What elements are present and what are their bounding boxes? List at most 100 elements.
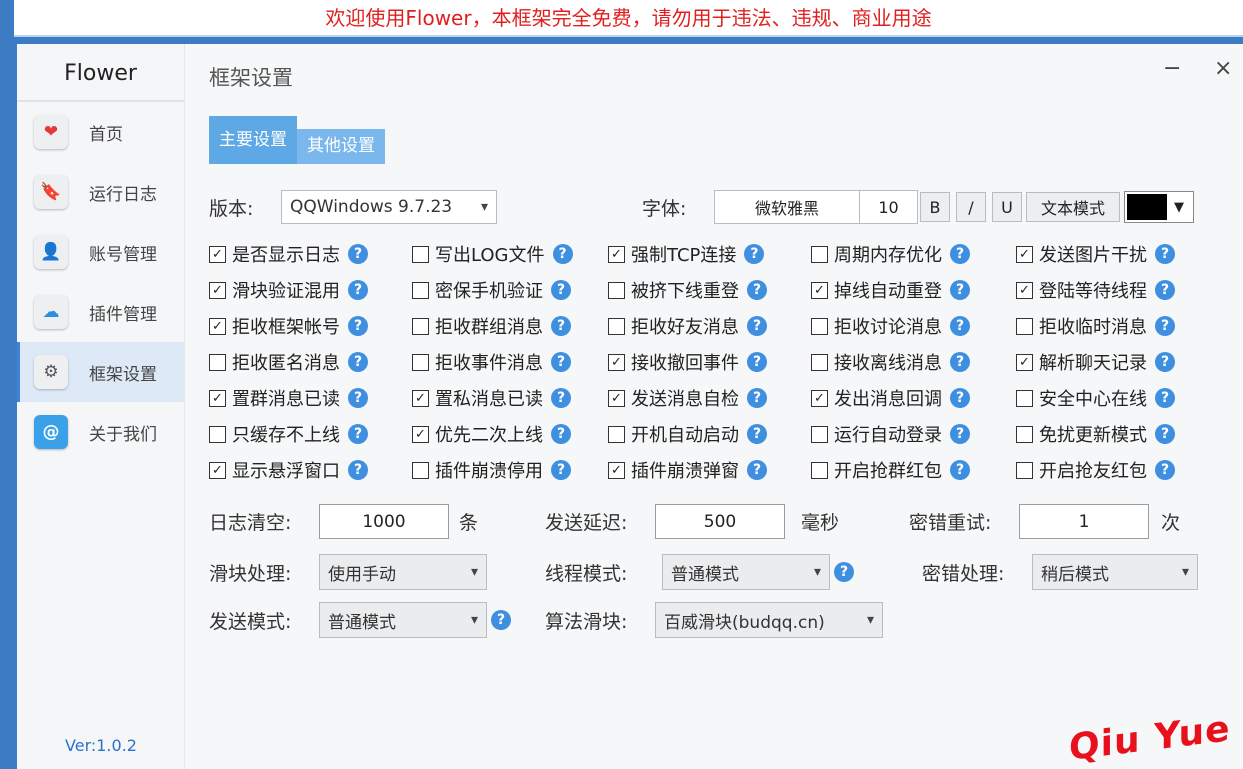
help-icon[interactable]: ?: [1155, 460, 1175, 480]
option-checkbox[interactable]: [608, 281, 625, 299]
color-picker[interactable]: ▼: [1124, 191, 1194, 223]
option-checkbox[interactable]: ✓: [608, 353, 625, 371]
help-icon[interactable]: ?: [552, 244, 573, 264]
option-checkbox[interactable]: [1016, 389, 1033, 407]
help-icon[interactable]: ?: [1155, 316, 1175, 336]
help-icon[interactable]: ?: [348, 316, 368, 336]
option-checkbox[interactable]: ✓: [811, 389, 828, 407]
option-checkbox[interactable]: [209, 425, 226, 443]
option-checkbox-label[interactable]: 置私消息已读: [435, 385, 543, 411]
help-icon[interactable]: ?: [744, 244, 765, 264]
send-mode-help-icon[interactable]: ?: [491, 610, 511, 630]
help-icon[interactable]: ?: [551, 388, 571, 408]
option-checkbox[interactable]: [1016, 461, 1033, 479]
sidebar-item-0[interactable]: ❤ 首页: [17, 102, 184, 162]
minimize-button[interactable]: −: [1163, 58, 1181, 80]
help-icon[interactable]: ?: [747, 460, 767, 480]
text-mode-button[interactable]: 文本模式: [1026, 192, 1120, 222]
option-checkbox[interactable]: ✓: [1016, 281, 1033, 299]
help-icon[interactable]: ?: [551, 424, 571, 444]
password-retry-input[interactable]: 1: [1019, 504, 1149, 539]
option-checkbox[interactable]: ✓: [209, 317, 226, 335]
option-checkbox-label[interactable]: 拒收讨论消息: [834, 313, 942, 339]
algorithm-slider-select[interactable]: 百威滑块(budqq.cn) ▾: [655, 602, 883, 638]
help-icon[interactable]: ?: [1155, 388, 1175, 408]
tab-main-settings[interactable]: 主要设置: [209, 116, 297, 164]
option-checkbox-label[interactable]: 接收撤回事件: [631, 349, 739, 375]
help-icon[interactable]: ?: [551, 460, 571, 480]
option-checkbox-label[interactable]: 置群消息已读: [232, 385, 340, 411]
thread-mode-select[interactable]: 普通模式 ▾: [662, 554, 830, 590]
help-icon[interactable]: ?: [950, 280, 970, 300]
option-checkbox[interactable]: ✓: [608, 461, 625, 479]
option-checkbox[interactable]: ✓: [811, 281, 828, 299]
option-checkbox[interactable]: ✓: [608, 245, 625, 263]
help-icon[interactable]: ?: [551, 280, 571, 300]
version-select[interactable]: QQWindows 9.7.23 ▾: [281, 190, 497, 224]
help-icon[interactable]: ?: [1155, 352, 1175, 372]
send-delay-input[interactable]: 500: [655, 504, 785, 539]
send-mode-select[interactable]: 普通模式 ▾: [319, 602, 487, 638]
option-checkbox-label[interactable]: 显示悬浮窗口: [232, 457, 340, 483]
option-checkbox-label[interactable]: 开启抢友红包: [1039, 457, 1147, 483]
help-icon[interactable]: ?: [551, 352, 571, 372]
help-icon[interactable]: ?: [747, 424, 767, 444]
option-checkbox-label[interactable]: 密保手机验证: [435, 277, 543, 303]
option-checkbox-label[interactable]: 是否显示日志: [232, 241, 340, 267]
help-icon[interactable]: ?: [551, 316, 571, 336]
option-checkbox[interactable]: [811, 353, 828, 371]
option-checkbox[interactable]: ✓: [209, 461, 226, 479]
option-checkbox-label[interactable]: 周期内存优化: [834, 241, 942, 267]
help-icon[interactable]: ?: [950, 424, 970, 444]
option-checkbox-label[interactable]: 拒收临时消息: [1039, 313, 1147, 339]
help-icon[interactable]: ?: [1155, 424, 1175, 444]
option-checkbox-label[interactable]: 插件崩溃弹窗: [631, 457, 739, 483]
option-checkbox[interactable]: [412, 317, 429, 335]
slider-handling-select[interactable]: 使用手动 ▾: [319, 554, 487, 590]
option-checkbox-label[interactable]: 被挤下线重登: [631, 277, 739, 303]
option-checkbox-label[interactable]: 滑块验证混用: [232, 277, 340, 303]
sidebar-item-5[interactable]: @ 关于我们: [17, 402, 184, 462]
help-icon[interactable]: ?: [747, 280, 767, 300]
option-checkbox[interactable]: [412, 353, 429, 371]
help-icon[interactable]: ?: [950, 244, 970, 264]
option-checkbox[interactable]: [209, 353, 226, 371]
option-checkbox-label[interactable]: 运行自动登录: [834, 421, 942, 447]
log-clear-input[interactable]: 1000: [319, 504, 449, 539]
help-icon[interactable]: ?: [950, 352, 970, 372]
option-checkbox-label[interactable]: 登陆等待线程: [1039, 277, 1147, 303]
help-icon[interactable]: ?: [348, 388, 368, 408]
option-checkbox-label[interactable]: 只缓存不上线: [232, 421, 340, 447]
option-checkbox-label[interactable]: 拒收匿名消息: [232, 349, 340, 375]
italic-button[interactable]: /: [956, 192, 986, 222]
option-checkbox-label[interactable]: 开机自动启动: [631, 421, 739, 447]
option-checkbox-label[interactable]: 优先二次上线: [435, 421, 543, 447]
option-checkbox[interactable]: ✓: [608, 389, 625, 407]
bold-button[interactable]: B: [920, 192, 950, 222]
option-checkbox-label[interactable]: 强制TCP连接: [631, 241, 736, 267]
option-checkbox[interactable]: [1016, 317, 1033, 335]
option-checkbox[interactable]: [412, 281, 429, 299]
password-handling-select[interactable]: 稍后模式 ▾: [1032, 554, 1198, 590]
option-checkbox-label[interactable]: 拒收群组消息: [435, 313, 543, 339]
tab-other-settings[interactable]: 其他设置: [297, 129, 385, 164]
option-checkbox[interactable]: ✓: [209, 281, 226, 299]
help-icon[interactable]: ?: [348, 460, 368, 480]
option-checkbox-label[interactable]: 拒收框架帐号: [232, 313, 340, 339]
option-checkbox-label[interactable]: 发送图片干扰: [1039, 241, 1147, 267]
option-checkbox[interactable]: [608, 317, 625, 335]
option-checkbox-label[interactable]: 插件崩溃停用: [435, 457, 543, 483]
help-icon[interactable]: ?: [348, 352, 368, 372]
option-checkbox-label[interactable]: 安全中心在线: [1039, 385, 1147, 411]
option-checkbox-label[interactable]: 发送消息自检: [631, 385, 739, 411]
help-icon[interactable]: ?: [747, 316, 767, 336]
help-icon[interactable]: ?: [747, 352, 767, 372]
option-checkbox[interactable]: ✓: [1016, 245, 1033, 263]
option-checkbox-label[interactable]: 掉线自动重登: [834, 277, 942, 303]
help-icon[interactable]: ?: [1155, 244, 1175, 264]
help-icon[interactable]: ?: [747, 388, 767, 408]
option-checkbox[interactable]: [1016, 425, 1033, 443]
sidebar-item-3[interactable]: ☁ 插件管理: [17, 282, 184, 342]
option-checkbox[interactable]: [412, 245, 429, 263]
option-checkbox[interactable]: ✓: [1016, 353, 1033, 371]
